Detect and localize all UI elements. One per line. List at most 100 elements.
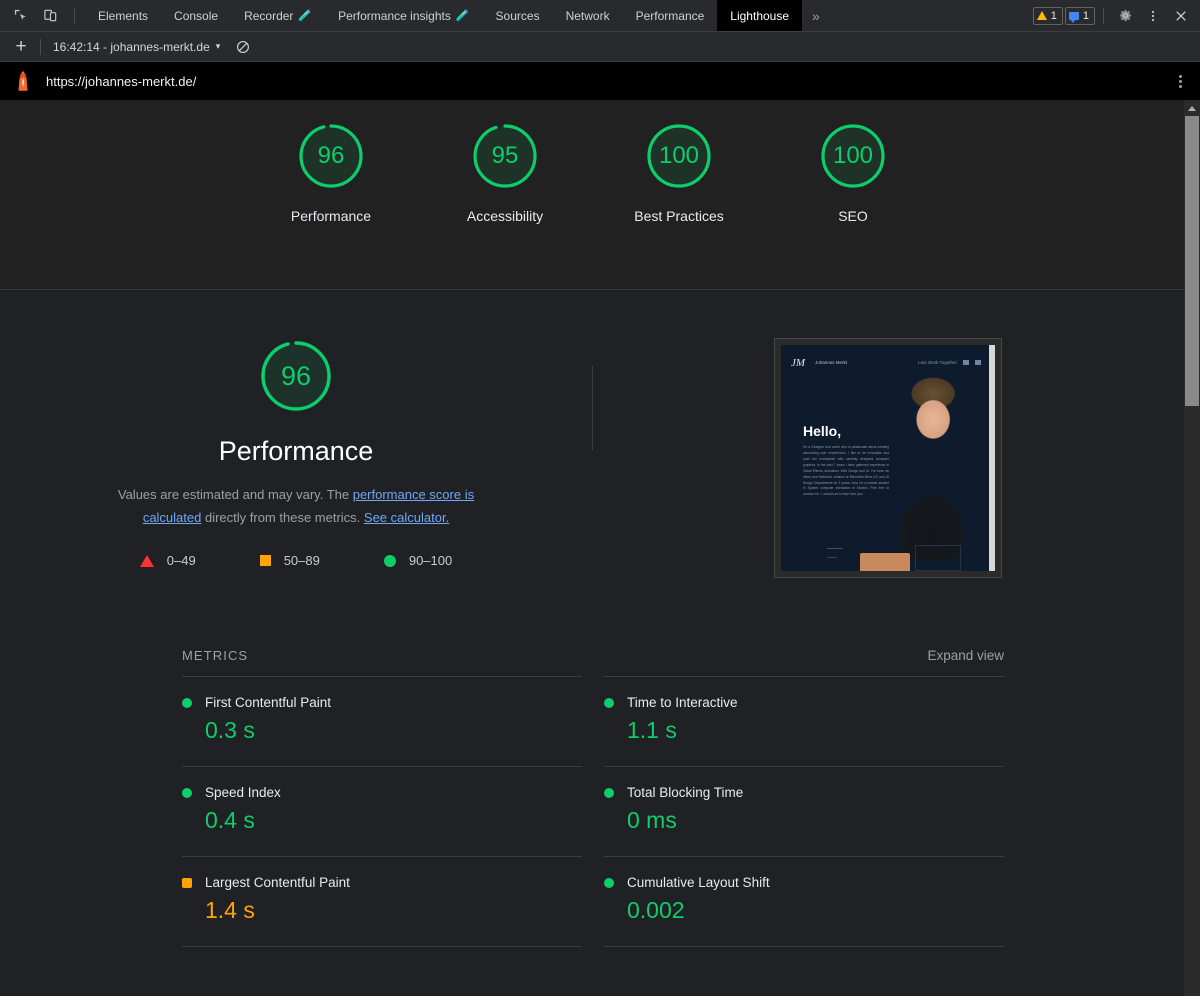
- experimental-flask-icon: 🧪: [298, 10, 313, 22]
- gauge-performance[interactable]: 96 Performance: [273, 118, 389, 229]
- tab-label: Lighthouse: [730, 8, 790, 23]
- metrics-section: METRICS Expand view First Contentful Pai…: [0, 648, 1184, 987]
- new-report-button[interactable]: +: [10, 37, 32, 56]
- lighthouse-logo: [12, 69, 34, 93]
- scrollbar-thumb[interactable]: [1185, 116, 1199, 406]
- tab-sources[interactable]: Sources: [483, 0, 553, 31]
- report-url-bar: https://johannes-merkt.de/: [0, 62, 1200, 100]
- category-gauges: 96 Performance 95 Accessibility 100 Best…: [0, 100, 1184, 290]
- legend-range: 50–89: [283, 553, 320, 569]
- warning-count: 1: [1050, 9, 1057, 22]
- performance-gauge-score: 96: [280, 360, 312, 391]
- tab-recorder[interactable]: Recorder 🧪: [231, 0, 325, 31]
- performance-description: Values are estimated and may vary. The p…: [110, 483, 482, 529]
- description-text-1: Values are estimated and may vary. The: [117, 487, 353, 502]
- metric-header: Time to Interactive: [604, 695, 1004, 710]
- circle-marker-icon: [604, 787, 614, 798]
- screenshot-logo: JM: [791, 357, 806, 369]
- gauge-ring: 96: [293, 118, 369, 194]
- tab-label: Network: [565, 8, 610, 23]
- devtools-toolbar-right: 1 1: [1032, 0, 1200, 31]
- close-icon[interactable]: [1168, 3, 1194, 29]
- legend-average: 50–89: [259, 553, 320, 569]
- triangle-marker-icon: [139, 554, 154, 567]
- scrollbar-up-arrow-icon[interactable]: [1184, 100, 1200, 116]
- devtools-panel-tabs: Elements Console Recorder 🧪 Performance …: [85, 0, 1033, 31]
- more-tabs-icon[interactable]: »: [802, 0, 830, 31]
- gauge-seo[interactable]: 100 SEO: [795, 118, 911, 229]
- metric-header: First Contentful Paint: [182, 695, 582, 710]
- warning-triangle-icon: [1036, 11, 1047, 20]
- screenshot-name: Johannes Merkt: [815, 360, 848, 365]
- performance-gauge: 96: [254, 334, 338, 418]
- tab-performance[interactable]: Performance: [623, 0, 718, 31]
- tab-performance-insights[interactable]: Performance insights 🧪: [325, 0, 482, 31]
- tab-console[interactable]: Console: [161, 0, 231, 31]
- final-screenshot: JM Johannes Merkt Lets Work Together Hel…: [781, 345, 989, 571]
- circle-marker-icon: [604, 697, 614, 708]
- screenshot-bottom-line-2: [827, 557, 837, 558]
- gear-icon[interactable]: [1112, 3, 1138, 29]
- gauge-label: Performance: [290, 208, 372, 224]
- metrics-grid: First Contentful Paint 0.3 s Time to Int…: [182, 676, 1004, 987]
- message-count: 1: [1082, 9, 1089, 22]
- inspect-element-icon[interactable]: [8, 4, 32, 28]
- gauge-accessibility[interactable]: 95 Accessibility: [447, 118, 563, 229]
- tab-elements[interactable]: Elements: [85, 0, 161, 31]
- metric-name: Cumulative Layout Shift: [627, 875, 770, 890]
- metric-first-contentful-paint[interactable]: First Contentful Paint 0.3 s: [182, 676, 582, 766]
- expand-view-button[interactable]: Expand view: [927, 648, 1004, 663]
- circle-marker-icon: [604, 877, 614, 888]
- circle-marker-icon: [182, 697, 192, 708]
- tab-label: Elements: [98, 8, 149, 23]
- screenshot-bottom-rect: [915, 545, 961, 571]
- gauge-label: Best Practices: [634, 208, 724, 224]
- metric-value: 1.1 s: [627, 717, 677, 743]
- gauge-score: 100: [658, 142, 700, 169]
- gauge-ring: 95: [467, 118, 543, 194]
- metric-largest-contentful-paint[interactable]: Largest Contentful Paint 1.4 s: [182, 856, 582, 946]
- device-toolbar-icon[interactable]: [38, 4, 62, 28]
- metric-value: 1.4 s: [205, 897, 255, 923]
- metric-header: Largest Contentful Paint: [182, 875, 582, 890]
- screenshot-body-text: I'm a Designer and coder who is passiona…: [803, 445, 889, 497]
- metric-cumulative-layout-shift[interactable]: Cumulative Layout Shift 0.002: [604, 856, 1004, 946]
- report-url: https://johannes-merkt.de/: [46, 73, 197, 89]
- report-kebab-menu-icon[interactable]: [1175, 71, 1186, 92]
- legend-pass: 90–100: [383, 553, 453, 569]
- report-body: 96 Performance 95 Accessibility 100 Best…: [0, 100, 1200, 996]
- metric-name: Total Blocking Time: [627, 785, 744, 800]
- metric-speed-index[interactable]: Speed Index 0.4 s: [182, 766, 582, 856]
- scrollbar-track[interactable]: [1184, 116, 1200, 996]
- performance-summary: 96 Performance Values are estimated and …: [0, 290, 1184, 578]
- gauge-score: 96: [317, 142, 345, 169]
- square-marker-icon: [182, 877, 192, 888]
- devtools-tabbar: Elements Console Recorder 🧪 Performance …: [0, 0, 1200, 32]
- legend-range: 90–100: [408, 553, 453, 569]
- chevron-down-icon: ▾: [215, 41, 221, 51]
- clear-all-icon[interactable]: [236, 40, 250, 54]
- metric-name: First Contentful Paint: [205, 695, 332, 710]
- description-text-2: directly from these metrics.: [201, 510, 364, 526]
- tab-lighthouse[interactable]: Lighthouse: [717, 0, 803, 31]
- devtools-tool-icons: [0, 0, 85, 31]
- report-scrollbar[interactable]: [1184, 100, 1200, 996]
- metric-total-blocking-time[interactable]: Total Blocking Time 0 ms: [604, 766, 1004, 856]
- legend-fail: 0–49: [139, 553, 196, 568]
- tab-label: Console: [174, 8, 219, 23]
- metric-time-to-interactive[interactable]: Time to Interactive 1.1 s: [604, 676, 1004, 766]
- metric-row-partial: [182, 946, 582, 987]
- linkedin-icon: [963, 360, 969, 365]
- warning-badge[interactable]: 1: [1032, 6, 1063, 25]
- gauge-best-practices[interactable]: 100 Best Practices: [621, 118, 737, 229]
- kebab-menu-icon[interactable]: [1140, 3, 1166, 29]
- gauge-label: Accessibility: [466, 208, 544, 224]
- screenshot-nav-link: Lets Work Together: [918, 360, 957, 365]
- screenshot-bottom-block: [860, 553, 910, 571]
- see-calculator-link[interactable]: See calculator.: [364, 510, 449, 525]
- social-icon: [975, 360, 981, 365]
- gauge-ring: 100: [815, 118, 891, 194]
- tab-network[interactable]: Network: [553, 0, 623, 31]
- message-badge[interactable]: 1: [1064, 6, 1095, 25]
- report-selector-dropdown[interactable]: 16:42:14 - johannes-merkt.de ▾: [49, 38, 224, 56]
